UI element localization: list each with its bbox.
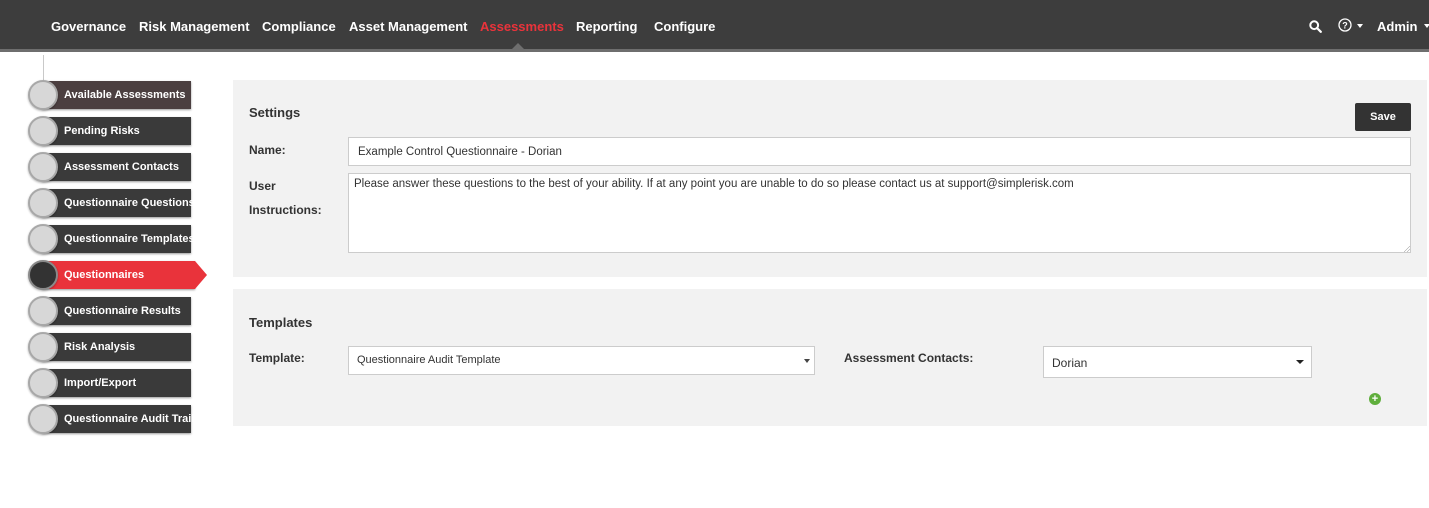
nav-risk-management[interactable]: Risk Management bbox=[139, 0, 250, 52]
sidebar-item-label: Questionnaires bbox=[42, 261, 195, 289]
chevron-down-icon bbox=[1424, 24, 1429, 28]
sidebar-item-label: Assessment Contacts bbox=[42, 153, 191, 181]
step-circle-icon bbox=[28, 296, 58, 326]
chevron-down-icon bbox=[804, 359, 810, 363]
step-circle-icon bbox=[28, 80, 58, 110]
assessment-contacts-label: Assessment Contacts: bbox=[844, 351, 974, 365]
name-field[interactable] bbox=[348, 137, 1411, 166]
settings-panel: Settings Save Name: User Instructions: P… bbox=[233, 80, 1427, 277]
contacts-selected-value: Dorian bbox=[1052, 356, 1088, 370]
top-navbar: Governance Risk Management Compliance As… bbox=[0, 0, 1429, 52]
nav-compliance[interactable]: Compliance bbox=[262, 0, 336, 52]
template-label: Template: bbox=[249, 351, 305, 365]
settings-title: Settings bbox=[249, 105, 301, 120]
step-circle-icon bbox=[28, 368, 58, 398]
step-circle-icon bbox=[28, 152, 58, 182]
save-button[interactable]: Save bbox=[1355, 103, 1411, 131]
instructions-label-line1: User bbox=[249, 179, 276, 193]
nav-configure[interactable]: Configure bbox=[654, 0, 715, 52]
svg-text:?: ? bbox=[1342, 20, 1348, 30]
name-label: Name: bbox=[249, 143, 286, 157]
step-circle-icon bbox=[28, 224, 58, 254]
chevron-down-icon bbox=[1296, 360, 1304, 364]
nav-governance[interactable]: Governance bbox=[51, 0, 126, 52]
plus-circle-icon[interactable]: + bbox=[1369, 393, 1381, 405]
sidebar-item-label: Questionnaire Templates bbox=[42, 225, 195, 253]
step-circle-icon bbox=[28, 404, 58, 434]
active-nav-indicator bbox=[509, 43, 527, 52]
chevron-down-icon bbox=[1357, 24, 1363, 28]
step-circle-icon bbox=[28, 116, 58, 146]
user-name: Admin bbox=[1377, 18, 1418, 34]
help-menu[interactable]: ? bbox=[1338, 0, 1363, 52]
templates-title: Templates bbox=[249, 315, 313, 330]
sidebar-connector bbox=[43, 55, 44, 83]
search-icon[interactable] bbox=[1309, 0, 1322, 52]
sidebar-item-label: Import/Export bbox=[42, 369, 191, 397]
resize-handle-icon[interactable] bbox=[1404, 246, 1410, 252]
active-arrow-icon bbox=[195, 261, 207, 289]
sidebar-item-label: Pending Risks bbox=[42, 117, 191, 145]
assessment-contacts-select[interactable]: Dorian bbox=[1043, 346, 1312, 378]
sidebar-item-label: Questionnaire Audit Trail bbox=[42, 405, 194, 433]
template-selected-value: Questionnaire Audit Template bbox=[357, 354, 501, 366]
nav-asset-management[interactable]: Asset Management bbox=[349, 0, 467, 52]
user-menu[interactable]: Admin bbox=[1377, 0, 1429, 52]
sidebar-item-label: Questionnaire Questions bbox=[42, 189, 195, 217]
template-select[interactable]: Questionnaire Audit Template bbox=[348, 346, 815, 375]
help-icon: ? bbox=[1338, 17, 1352, 35]
sidebar-item-label: Risk Analysis bbox=[42, 333, 191, 361]
nav-reporting[interactable]: Reporting bbox=[576, 0, 637, 52]
instructions-label-line2: Instructions: bbox=[249, 203, 322, 217]
step-circle-icon bbox=[28, 188, 58, 218]
sidebar-item-label: Questionnaire Results bbox=[42, 297, 191, 325]
sidebar-item-label: Available Assessments bbox=[42, 81, 191, 109]
templates-panel: Templates Template: Questionnaire Audit … bbox=[233, 289, 1427, 426]
user-instructions-field[interactable]: Please answer these questions to the bes… bbox=[348, 173, 1411, 253]
step-circle-icon bbox=[28, 260, 58, 290]
step-circle-icon bbox=[28, 332, 58, 362]
